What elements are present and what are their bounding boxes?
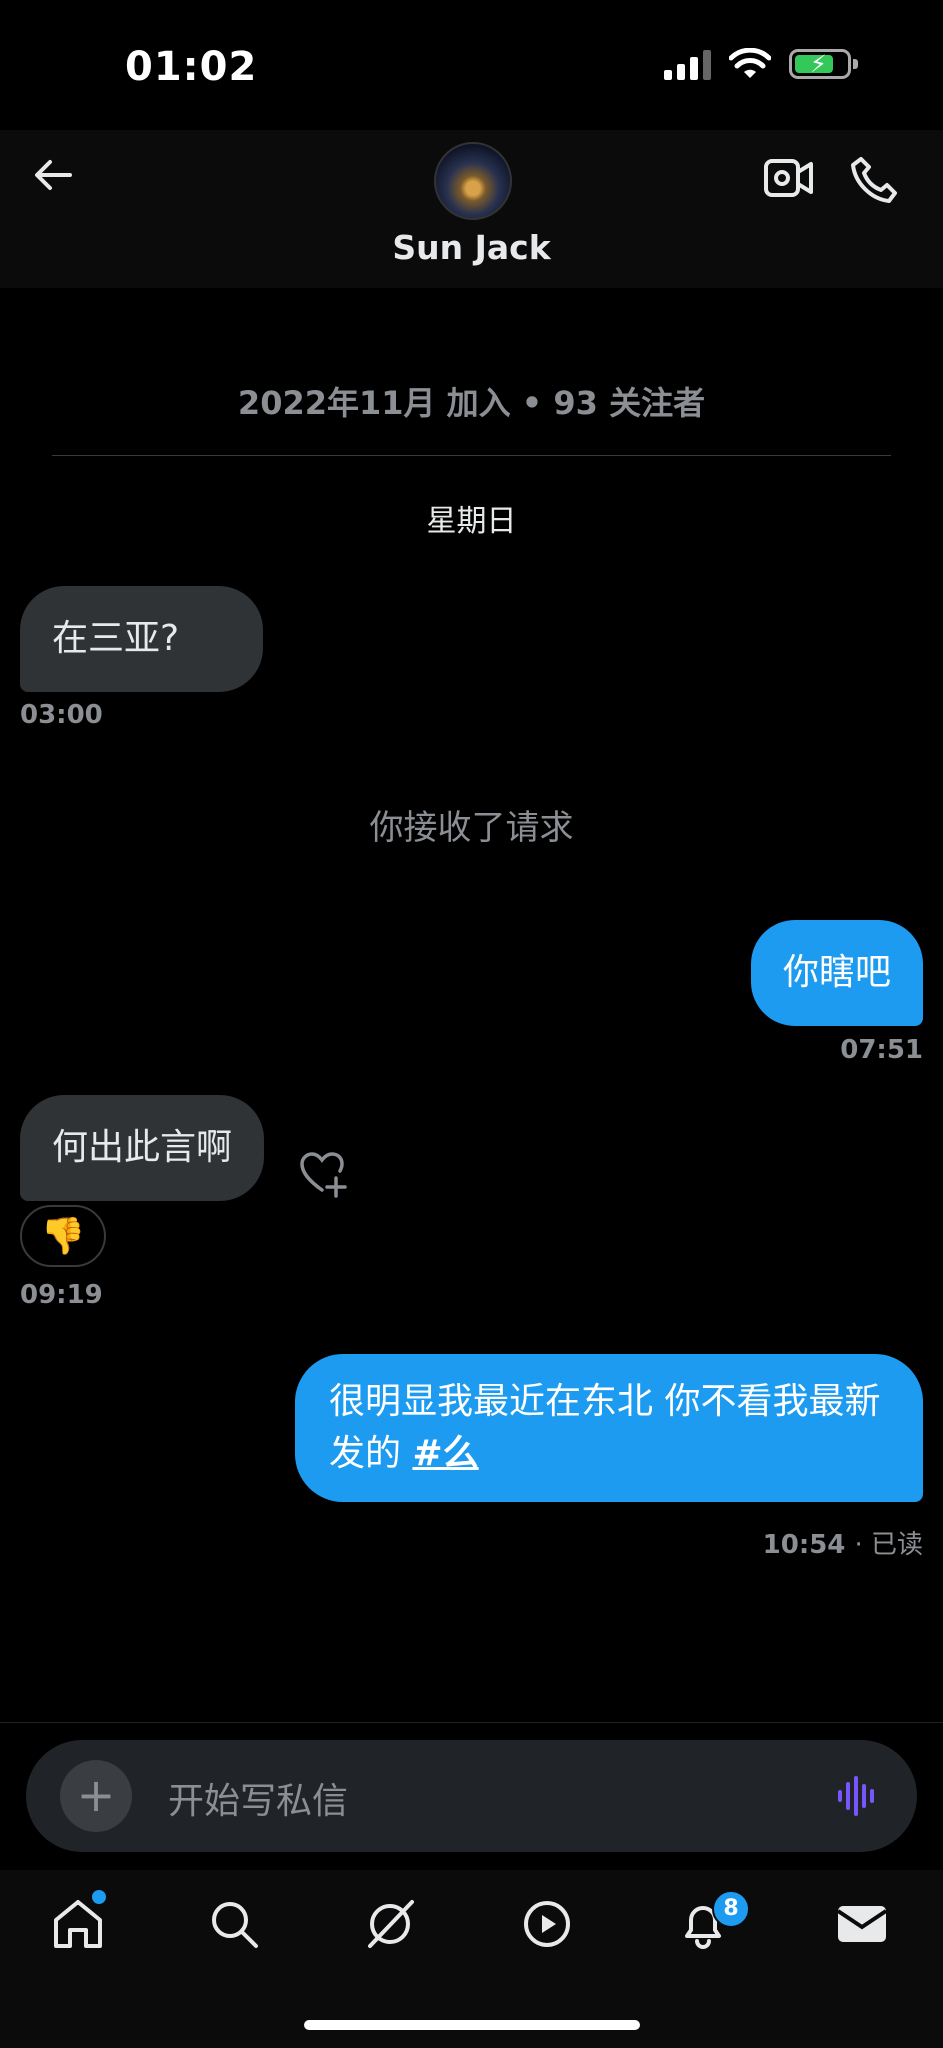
signal-icon [664, 48, 711, 80]
message-bubble-incoming[interactable]: 在三亚? [20, 586, 263, 692]
video-play-icon[interactable] [519, 1896, 575, 1952]
message-bubble-outgoing[interactable]: 你瞎吧 [750, 920, 923, 1026]
video-call-icon[interactable] [763, 155, 815, 201]
system-message: 你接收了请求 [369, 808, 574, 848]
search-icon[interactable] [206, 1896, 262, 1952]
messages-mail-icon[interactable] [834, 1896, 890, 1952]
home-unread-dot [90, 1888, 108, 1906]
add-attachment-button[interactable]: + [60, 1760, 132, 1832]
message-bubble-incoming[interactable]: 何出此言啊 [20, 1095, 265, 1201]
message-timestamp: 09:19 [20, 1280, 103, 1310]
reaction-thumbs-down-icon[interactable]: 👎 [20, 1205, 106, 1267]
divider [52, 455, 891, 456]
status-time: 01:02 [125, 44, 258, 90]
message-timestamp: 07:51 [840, 1035, 923, 1065]
battery-icon: ⚡ [789, 49, 851, 79]
message-composer[interactable] [26, 1740, 917, 1852]
profile-join-info: 2022年11月 加入 • 93 关注者 [237, 384, 706, 422]
hashtag-link[interactable]: #么 [412, 1433, 478, 1474]
contact-name[interactable]: Sun Jack [0, 228, 943, 267]
message-input[interactable]: 开始写私信 [168, 1772, 348, 1824]
avatar[interactable] [434, 142, 512, 220]
wifi-icon [729, 48, 771, 78]
status-icons: ⚡ [664, 48, 858, 80]
composer-divider [0, 1722, 943, 1723]
back-arrow-icon[interactable] [28, 150, 78, 200]
voice-message-icon[interactable] [836, 1776, 880, 1816]
phone-call-icon[interactable] [849, 155, 899, 205]
message-timestamp: 10:54 · 已读 [763, 1524, 923, 1561]
message-timestamp: 03:00 [20, 700, 103, 730]
add-reaction-icon[interactable] [298, 1150, 348, 1198]
timestamp-time: 10:54 [762, 1530, 846, 1560]
notification-count-badge: 8 [712, 1890, 750, 1928]
read-receipt: · 已读 [854, 1530, 923, 1560]
battery-tip [853, 59, 858, 69]
grok-icon[interactable] [362, 1896, 418, 1952]
day-separator: 星期日 [426, 504, 517, 539]
home-indicator [304, 2020, 640, 2030]
message-bubble-outgoing[interactable]: 很明显我最近在东北 你不看我最新发的 #么 [295, 1354, 923, 1502]
